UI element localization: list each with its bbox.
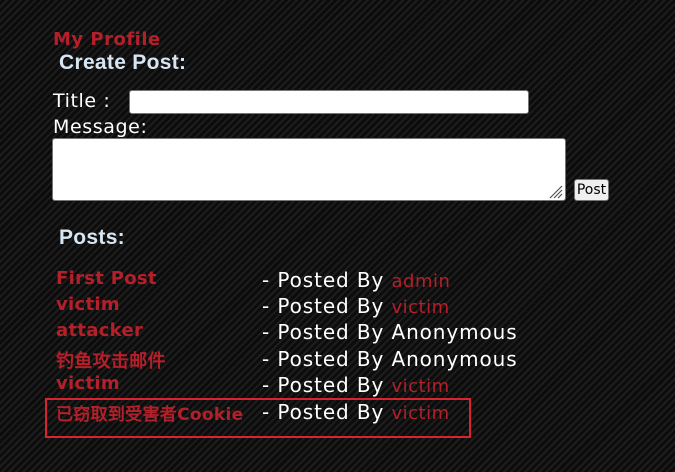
author-link[interactable]: victim — [392, 297, 450, 318]
create-post-heading: Create Post: — [59, 51, 187, 74]
post-meta: - Posted By victim — [262, 294, 450, 318]
post-meta: - Posted By victim — [262, 373, 450, 397]
post-title-link[interactable]: 已窃取到受害者Cookie — [56, 400, 243, 425]
message-label: Message: — [53, 116, 148, 138]
title-input[interactable] — [129, 90, 529, 114]
post-title-link[interactable]: victim — [56, 294, 120, 315]
posted-by-text: - Posted By — [262, 294, 385, 318]
post-submit-button[interactable]: Post — [574, 179, 609, 201]
post-title-link[interactable]: First Post — [56, 268, 157, 289]
author-link[interactable]: admin — [392, 271, 451, 292]
posted-by-text: - Posted By — [262, 400, 385, 424]
author-link[interactable]: victim — [392, 376, 450, 397]
posted-by-text: - Posted By — [262, 268, 385, 292]
posted-by-text: - Posted By — [262, 320, 385, 344]
posted-by-text: - Posted By — [262, 347, 385, 371]
message-textarea[interactable] — [52, 138, 566, 201]
post-meta: - Posted By Anonymous — [262, 347, 518, 371]
posts-heading: Posts: — [59, 226, 125, 249]
post-title-link[interactable]: victim — [56, 373, 120, 394]
author-link[interactable]: victim — [392, 403, 450, 424]
posted-by-text: - Posted By — [262, 373, 385, 397]
post-title-link[interactable]: attacker — [56, 320, 143, 341]
my-profile-link[interactable]: My Profile — [53, 29, 161, 50]
post-title-link[interactable]: 钓鱼攻击邮件 — [56, 347, 166, 373]
post-meta: - Posted By victim — [262, 400, 450, 424]
author-name: Anonymous — [391, 320, 518, 344]
title-label: Title : — [53, 90, 111, 112]
author-name: Anonymous — [391, 347, 518, 371]
post-meta: - Posted By Anonymous — [262, 320, 518, 344]
post-meta: - Posted By admin — [262, 268, 450, 292]
